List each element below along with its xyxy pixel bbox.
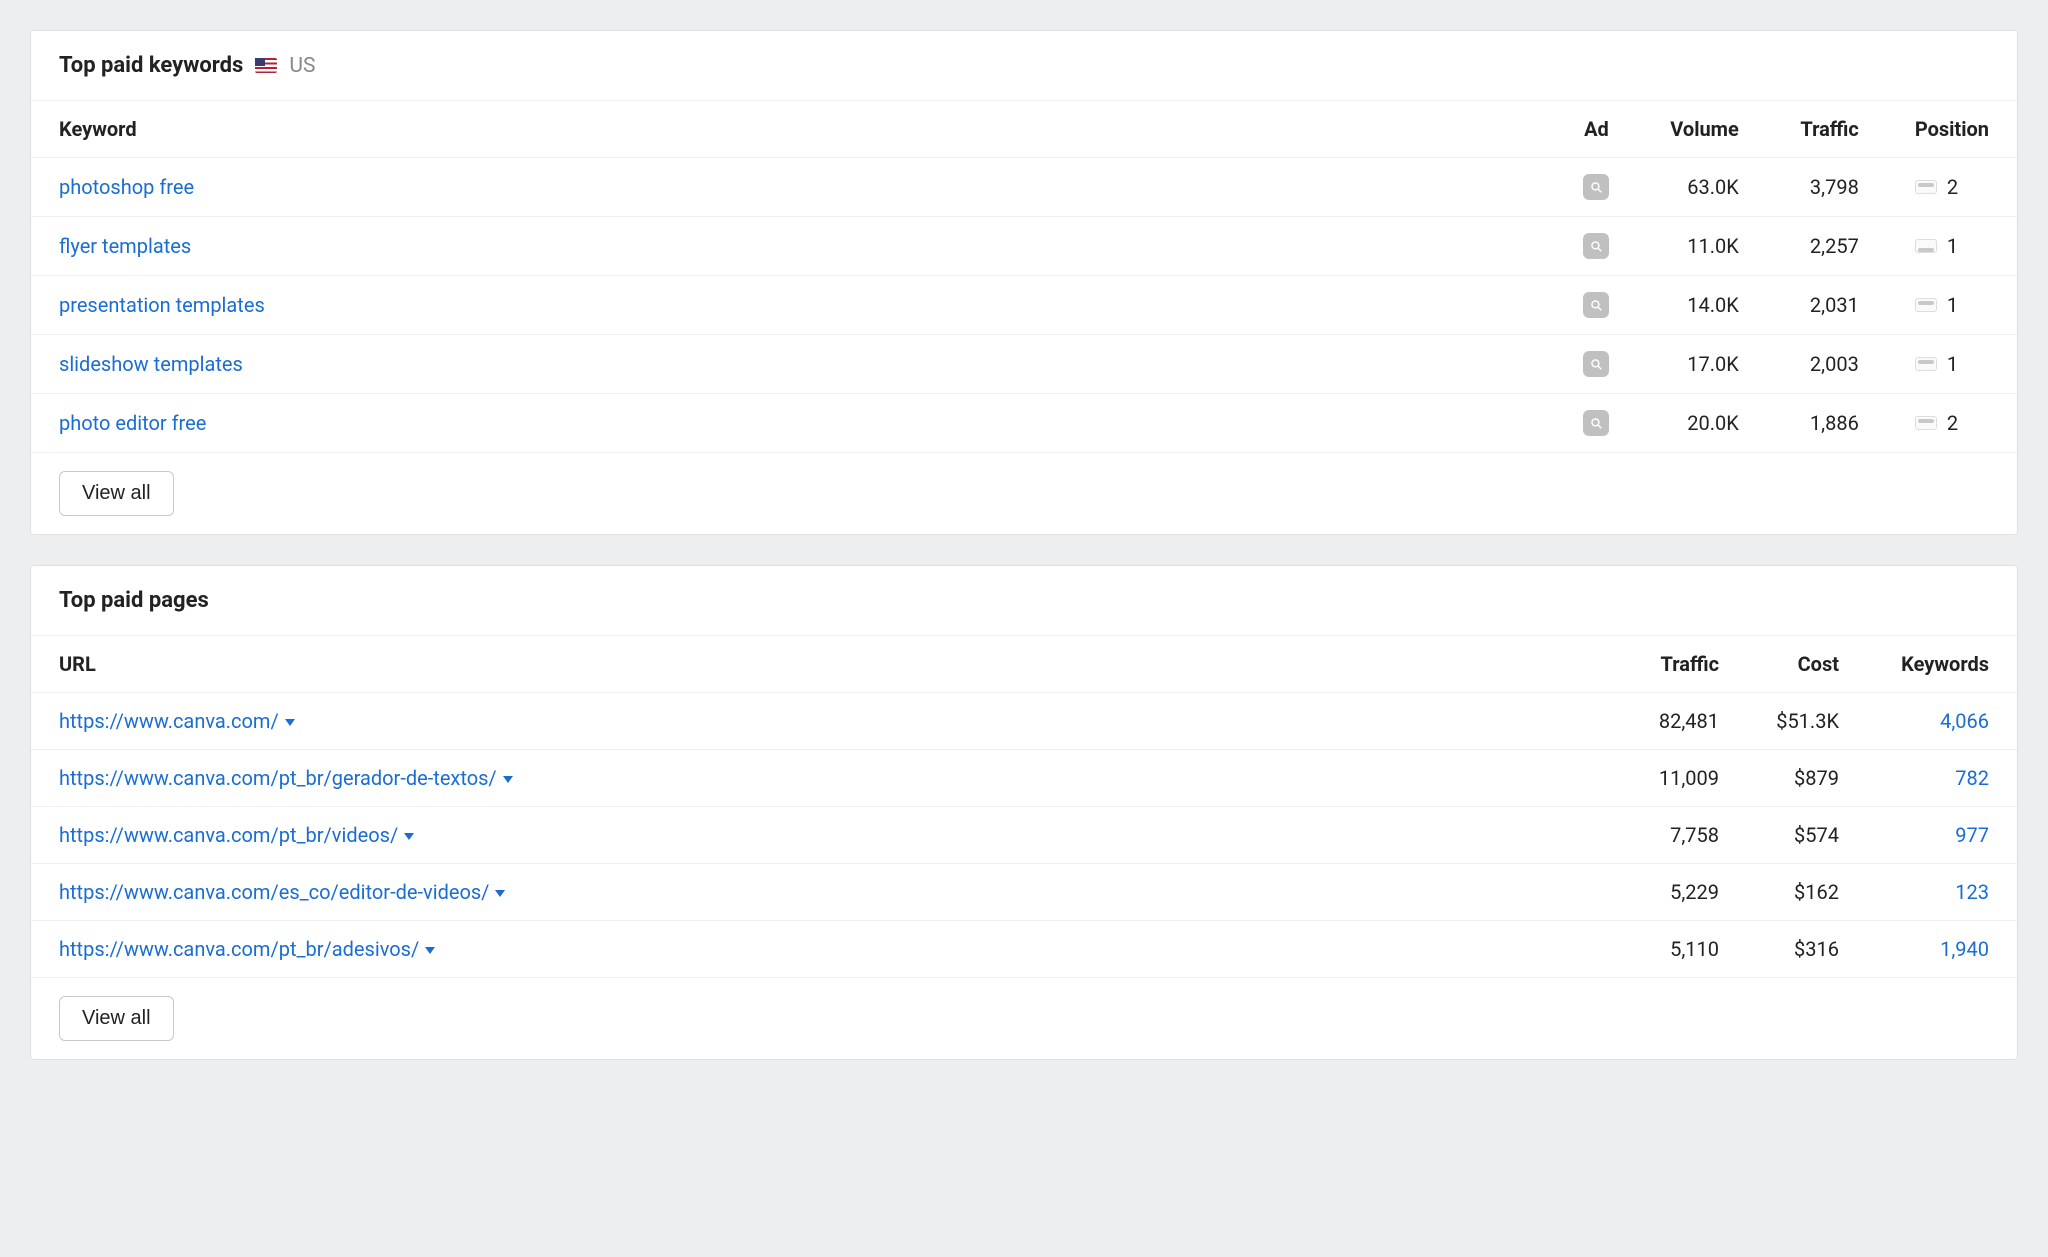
top-paid-keywords-card: Top paid keywords US Keyword Ad Volume T… <box>30 30 2018 535</box>
position-value: 1 <box>1947 234 1958 258</box>
top-paid-pages-title: Top paid pages <box>59 588 209 613</box>
traffic-value: 2,003 <box>1767 335 1887 394</box>
keyword-link[interactable]: photoshop free <box>59 175 194 199</box>
view-all-pages-button[interactable]: View all <box>59 996 174 1041</box>
table-row: https://www.canva.com/pt_br/videos/7,758… <box>31 807 2017 864</box>
top-paid-keywords-header: Top paid keywords US <box>31 31 2017 101</box>
page-keywords-link[interactable]: 1,940 <box>1940 937 1989 961</box>
volume-value: 20.0K <box>1637 394 1767 453</box>
position-value: 1 <box>1947 293 1958 317</box>
ad-preview-icon[interactable] <box>1583 410 1609 436</box>
top-paid-keywords-country: US <box>289 54 315 78</box>
volume-value: 14.0K <box>1637 276 1767 335</box>
serp-position-icon <box>1915 416 1937 430</box>
caret-down-icon[interactable] <box>425 947 435 954</box>
page-keywords-link[interactable]: 782 <box>1955 766 1989 790</box>
page-url-link[interactable]: https://www.canva.com/pt_br/videos/ <box>59 823 398 847</box>
table-row: https://www.canva.com/es_co/editor-de-vi… <box>31 864 2017 921</box>
us-flag-icon <box>255 58 277 73</box>
volume-value: 63.0K <box>1637 158 1767 217</box>
serp-position-icon <box>1915 357 1937 371</box>
traffic-value: 3,798 <box>1767 158 1887 217</box>
paid-keywords-footer: View all <box>31 453 2017 534</box>
traffic-value: 2,257 <box>1767 217 1887 276</box>
page-traffic-value: 5,110 <box>1617 921 1747 978</box>
volume-value: 11.0K <box>1637 217 1767 276</box>
keyword-link[interactable]: photo editor free <box>59 411 206 435</box>
ad-preview-icon[interactable] <box>1583 292 1609 318</box>
page-traffic-value: 5,229 <box>1617 864 1747 921</box>
caret-down-icon[interactable] <box>404 833 414 840</box>
page-url-link[interactable]: https://www.canva.com/es_co/editor-de-vi… <box>59 880 489 904</box>
paid-keywords-table: Keyword Ad Volume Traffic Position photo… <box>31 101 2017 453</box>
col-keywords[interactable]: Keywords <box>1867 636 2017 693</box>
caret-down-icon[interactable] <box>503 776 513 783</box>
traffic-value: 2,031 <box>1767 276 1887 335</box>
page-url-link[interactable]: https://www.canva.com/pt_br/gerador-de-t… <box>59 766 497 790</box>
table-row: flyer templates 11.0K2,257 1 <box>31 217 2017 276</box>
ad-preview-icon[interactable] <box>1583 174 1609 200</box>
col-cost[interactable]: Cost <box>1747 636 1867 693</box>
table-row: slideshow templates 17.0K2,003 1 <box>31 335 2017 394</box>
top-paid-keywords-title: Top paid keywords <box>59 53 243 78</box>
top-paid-pages-card: Top paid pages URL Traffic Cost Keywords… <box>30 565 2018 1060</box>
col-volume[interactable]: Volume <box>1637 101 1767 158</box>
paid-pages-table: URL Traffic Cost Keywords https://www.ca… <box>31 636 2017 978</box>
table-row: photoshop free 63.0K3,798 2 <box>31 158 2017 217</box>
caret-down-icon[interactable] <box>495 890 505 897</box>
page-cost-value: $162 <box>1747 864 1867 921</box>
col-keyword[interactable]: Keyword <box>31 101 1555 158</box>
page-cost-value: $51.3K <box>1747 693 1867 750</box>
col-position[interactable]: Position <box>1887 101 2017 158</box>
position-value: 1 <box>1947 352 1958 376</box>
page-cost-value: $316 <box>1747 921 1867 978</box>
serp-position-icon <box>1915 298 1937 312</box>
keyword-link[interactable]: slideshow templates <box>59 352 243 376</box>
page-traffic-value: 11,009 <box>1617 750 1747 807</box>
page-traffic-value: 82,481 <box>1617 693 1747 750</box>
serp-position-icon <box>1915 180 1937 194</box>
keyword-link[interactable]: presentation templates <box>59 293 265 317</box>
serp-position-icon <box>1915 239 1937 253</box>
paid-pages-footer: View all <box>31 978 2017 1059</box>
page-traffic-value: 7,758 <box>1617 807 1747 864</box>
top-paid-pages-header: Top paid pages <box>31 566 2017 636</box>
page-keywords-link[interactable]: 4,066 <box>1940 709 1989 733</box>
ad-preview-icon[interactable] <box>1583 233 1609 259</box>
view-all-keywords-button[interactable]: View all <box>59 471 174 516</box>
table-row: https://www.canva.com/82,481$51.3K 4,066 <box>31 693 2017 750</box>
caret-down-icon[interactable] <box>285 719 295 726</box>
volume-value: 17.0K <box>1637 335 1767 394</box>
page-keywords-link[interactable]: 123 <box>1955 880 1989 904</box>
col-traffic[interactable]: Traffic <box>1767 101 1887 158</box>
col-ad[interactable]: Ad <box>1555 101 1637 158</box>
table-row: photo editor free 20.0K1,886 2 <box>31 394 2017 453</box>
col-url[interactable]: URL <box>31 636 1617 693</box>
ad-preview-icon[interactable] <box>1583 351 1609 377</box>
position-value: 2 <box>1947 175 1958 199</box>
page-url-link[interactable]: https://www.canva.com/ <box>59 709 279 733</box>
table-row: presentation templates 14.0K2,031 1 <box>31 276 2017 335</box>
position-value: 2 <box>1947 411 1958 435</box>
page-cost-value: $574 <box>1747 807 1867 864</box>
keyword-link[interactable]: flyer templates <box>59 234 191 258</box>
traffic-value: 1,886 <box>1767 394 1887 453</box>
page-cost-value: $879 <box>1747 750 1867 807</box>
table-row: https://www.canva.com/pt_br/adesivos/5,1… <box>31 921 2017 978</box>
table-row: https://www.canva.com/pt_br/gerador-de-t… <box>31 750 2017 807</box>
page-url-link[interactable]: https://www.canva.com/pt_br/adesivos/ <box>59 937 419 961</box>
page-keywords-link[interactable]: 977 <box>1955 823 1989 847</box>
col-pages-traffic[interactable]: Traffic <box>1617 636 1747 693</box>
